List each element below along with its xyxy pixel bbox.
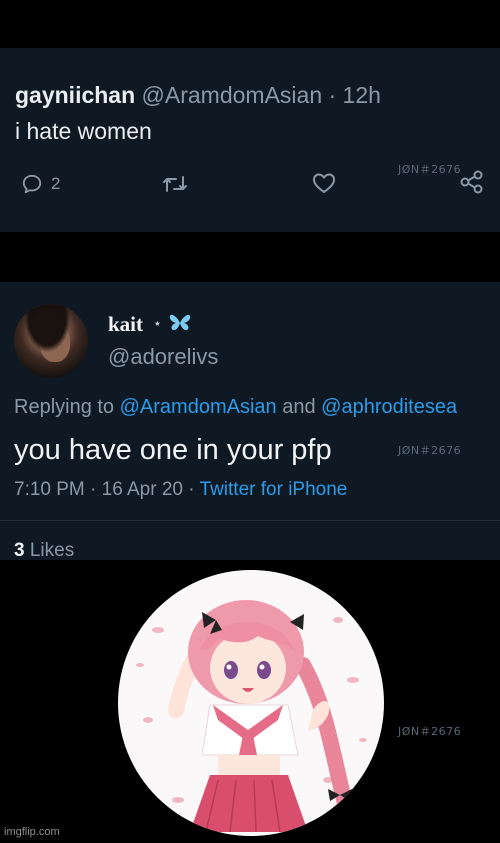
mention-link[interactable]: @aphroditesea	[321, 396, 457, 418]
like-icon	[312, 172, 336, 194]
imgflip-watermark: imgflip.com	[4, 826, 60, 838]
tweet-meta: 7:10 PM · 16 Apr 20 · Twitter for iPhone	[14, 479, 347, 501]
handle-and-time: @AramdomAsian · 12h	[135, 82, 381, 108]
tweet-text: i hate women	[15, 118, 152, 144]
likes-count: 3	[14, 540, 25, 561]
share-button[interactable]	[459, 169, 485, 195]
like-button[interactable]	[312, 172, 336, 194]
reply-count: 2	[51, 174, 61, 193]
mention-link[interactable]: @AramdomAsian	[120, 396, 277, 418]
likes-label: Likes	[24, 540, 75, 561]
display-name[interactable]: kait	[108, 312, 143, 337]
timestamp: 7:10 PM · 16 Apr 20 ·	[14, 479, 200, 500]
tweet-header: gayniichan @AramdomAsian · 12h	[15, 82, 381, 109]
tweet-card-top[interactable]: gayniichan @AramdomAsian · 12h i hate wo…	[0, 48, 500, 232]
retweet-button[interactable]	[162, 173, 188, 195]
tweet-text: you have one in your pfp	[14, 434, 332, 466]
watermark: JØN＃2676	[398, 444, 462, 457]
anime-profile-picture	[118, 570, 384, 836]
avatar[interactable]	[14, 304, 88, 378]
reply-icon	[21, 173, 43, 195]
avatar-hair	[14, 304, 88, 378]
retweet-icon	[162, 173, 188, 195]
tweet-card-reply[interactable]: kait ⋆ @adorelivs Replying to @AramdomAs…	[0, 282, 500, 562]
reply-button[interactable]: 2	[21, 173, 60, 195]
replying-to-label: Replying to	[14, 396, 120, 418]
display-name[interactable]: gayniichan	[15, 82, 135, 108]
replying-to-line: Replying to @AramdomAsian and @aphrodite…	[14, 396, 457, 419]
and-label: and	[276, 396, 322, 418]
divider	[0, 520, 500, 521]
star-glyph: ⋆	[153, 315, 162, 331]
share-icon	[459, 169, 485, 195]
watermark: JØN＃2676	[398, 163, 462, 176]
source-link[interactable]: Twitter for iPhone	[200, 479, 348, 500]
likes-stat[interactable]: 3 Likes	[14, 540, 74, 562]
handle[interactable]: @adorelivs	[108, 344, 218, 370]
butterfly-icon	[168, 312, 192, 339]
watermark: JØN＃2676	[398, 725, 462, 738]
